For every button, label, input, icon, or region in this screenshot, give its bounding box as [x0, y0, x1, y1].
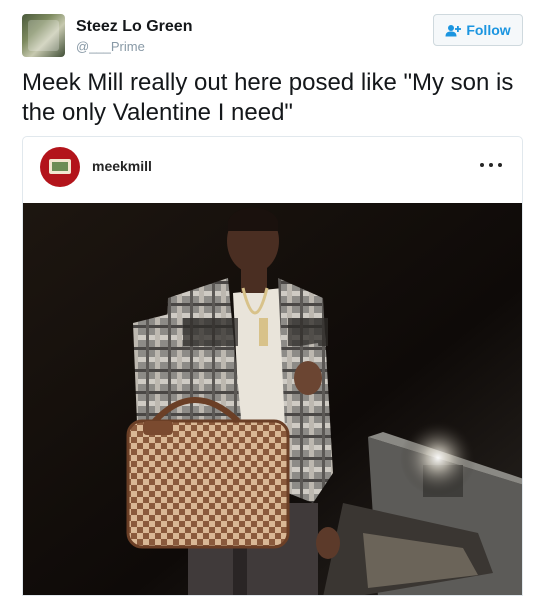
- instagram-avatar[interactable]: [40, 147, 80, 187]
- more-dot: [498, 163, 502, 167]
- tweet-header: Steez Lo Green @___Prime Follow: [22, 14, 523, 58]
- more-dot: [489, 163, 493, 167]
- follow-button[interactable]: Follow: [433, 14, 523, 46]
- more-dot: [480, 163, 484, 167]
- tweet-text: Meek Mill really out here posed like "My…: [22, 69, 514, 126]
- display-name[interactable]: Steez Lo Green: [76, 18, 192, 36]
- avatar-image: [28, 20, 59, 51]
- user-avatar[interactable]: [22, 14, 65, 57]
- instagram-embed[interactable]: meekmill: [22, 136, 523, 596]
- post-photo[interactable]: [23, 203, 522, 595]
- post-photo-image: [23, 203, 522, 595]
- more-options-icon[interactable]: [480, 157, 502, 173]
- embed-header: meekmill: [23, 137, 522, 204]
- instagram-username[interactable]: meekmill: [92, 158, 152, 174]
- add-user-icon: [445, 24, 462, 37]
- user-handle[interactable]: @___Prime: [76, 39, 145, 54]
- avatar-image-detail: [52, 162, 68, 171]
- follow-label: Follow: [466, 22, 511, 38]
